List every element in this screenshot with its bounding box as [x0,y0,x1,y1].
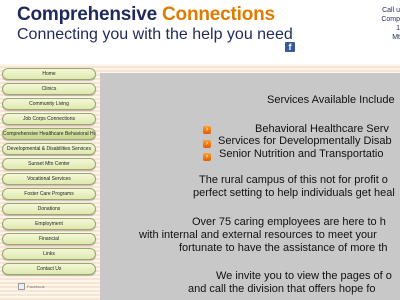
site-header: Comprehensive Connections Connecting you… [0,0,400,64]
broken-image[interactable]: Facebook [18,283,96,290]
nav-item-sunset-mtn[interactable]: Sunset Mtn Center [2,158,96,170]
nav-item-job-corps[interactable]: Job Corps Connections [2,113,96,125]
bullet-arrow-icon: › [203,153,211,161]
facebook-icon[interactable]: f [285,42,295,52]
staff-paragraph-line: fortunate to have the assistance of more… [179,242,388,254]
main-content: Services Available Include › Behavioral … [100,73,400,300]
contact-line: Mt [392,34,400,41]
invite-paragraph-line: and call the division that offers hope f… [188,283,376,295]
services-heading: Services Available Include [267,94,395,106]
intro-paragraph-line: perfect setting to help individuals get … [193,187,395,199]
nav-item-behavioral-health[interactable]: Comprehensive Healthcare Behavioral Heal… [2,128,96,140]
logo-title-part1: Comprehensive [17,4,163,25]
staff-paragraph-line: Over 75 caring employees are here to h [192,216,386,228]
nav-item-foster-care[interactable]: Foster Care Programs [2,188,96,200]
nav-item-contact-us[interactable]: Contact Us [2,263,96,275]
nav-item-links[interactable]: Links [2,248,96,260]
intro-paragraph-line: The rural campus of this not for profit … [199,174,388,186]
contact-line: Comp [381,16,400,23]
nav-item-employment[interactable]: Employment [2,218,96,230]
service-item: Senior Nutrition and Transportatio [219,148,384,160]
invite-paragraph-line: We invite you to view the pages of o [216,270,392,282]
bullet-arrow-icon: › [203,126,211,134]
bullet-arrow-icon: › [203,140,211,148]
contact-line: Call u [382,7,400,14]
nav-item-community-living[interactable]: Community Living [2,98,96,110]
logo-title-part2: Connections [162,4,275,25]
staff-paragraph-line: with internal and external resources to … [139,229,377,241]
contact-info: Call u Comp 1 Mt [378,6,400,42]
nav-item-clinics[interactable]: Clinics [2,83,96,95]
nav-item-home[interactable]: Home [2,68,96,80]
contact-line: 1 [396,25,400,32]
broken-image-icon [18,283,25,290]
nav-item-donations[interactable]: Donations [2,203,96,215]
service-item: Services for Developmentally Disab [218,135,392,147]
sidebar-nav: Home Clinics Community Living Job Corps … [2,68,96,290]
service-item: Behavioral Healthcare Serv [255,123,389,135]
broken-image-alt: Facebook [27,284,45,289]
nav-item-financial[interactable]: Financial [2,233,96,245]
site-tagline: Connecting you with the help you need [17,26,293,43]
nav-item-developmental-services[interactable]: Developmental & Disabilities Services [2,143,96,155]
site-logo-title[interactable]: Comprehensive Connections [17,4,275,26]
nav-item-vocational[interactable]: Vocational Services [2,173,96,185]
